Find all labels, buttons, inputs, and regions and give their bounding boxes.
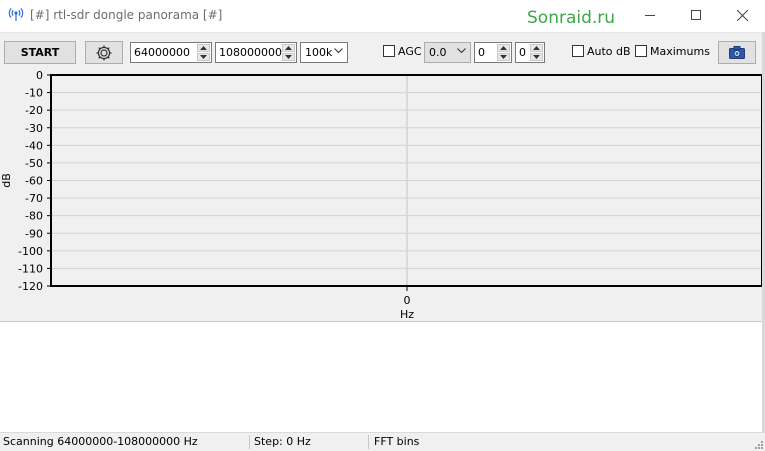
- y-tick-label: -110: [18, 262, 43, 275]
- spin-down-arrow-icon[interactable]: [497, 53, 510, 61]
- spectrum-chart-panel[interactable]: 0 -10 -20 -30 -40 -50 -60 -70 -80 -90 -100 -110 -120…: [0, 69, 765, 322]
- spin-down-arrow-icon[interactable]: [197, 53, 210, 61]
- freq-start-value: 64000000: [134, 46, 190, 59]
- spin-input-1-value: 0: [478, 46, 485, 59]
- close-icon: [736, 9, 748, 21]
- spin-down-arrow-icon[interactable]: [282, 53, 295, 61]
- y-tick-label: -80: [25, 210, 43, 223]
- y-tick-label: -30: [25, 122, 43, 135]
- y-axis-label: dB: [0, 173, 13, 188]
- spin-up-arrow-icon[interactable]: [530, 44, 543, 52]
- settings-button[interactable]: [85, 41, 123, 64]
- freq-end-input[interactable]: 108000000: [215, 42, 297, 63]
- spectrum-chart[interactable]: 0 -10 -20 -30 -40 -50 -60 -70 -80 -90 -100 -110 -120…: [0, 69, 765, 322]
- y-tick-label: -70: [25, 192, 43, 205]
- status-separator: [368, 435, 369, 449]
- gain-value: 0.0: [429, 46, 447, 59]
- agc-label[interactable]: AGC: [398, 45, 422, 58]
- y-tick-label: 0: [36, 71, 43, 82]
- minimize-icon: [645, 15, 655, 16]
- spin-input-2-spinner[interactable]: [530, 44, 543, 61]
- step-value: 100k: [305, 46, 333, 59]
- x-tick-label: 0: [404, 294, 411, 307]
- spin-input-1-spinner[interactable]: [497, 44, 510, 61]
- resize-grip-icon[interactable]: [753, 439, 763, 449]
- y-tick-label: -90: [25, 227, 43, 240]
- camera-icon: [729, 46, 745, 59]
- status-scanning: Scanning 64000000-108000000 Hz: [3, 435, 198, 448]
- spin-up-arrow-icon[interactable]: [197, 44, 210, 52]
- watermark-text: Sonraid.ru: [527, 8, 616, 28]
- y-tick-label: -40: [25, 139, 43, 152]
- radio-antenna-icon: [8, 6, 24, 22]
- spin-input-2[interactable]: 0: [515, 42, 545, 63]
- title-bar[interactable]: [#] rtl-sdr dongle panorama [#] Sonraid.…: [0, 0, 765, 32]
- spin-up-arrow-icon[interactable]: [282, 44, 295, 52]
- freq-start-spinner[interactable]: [197, 44, 210, 61]
- maximums-checkbox[interactable]: [635, 45, 647, 57]
- start-button[interactable]: START: [4, 41, 76, 64]
- screenshot-button[interactable]: [718, 41, 756, 64]
- agc-checkbox[interactable]: [383, 45, 395, 57]
- status-separator: [249, 435, 250, 449]
- waterfall-area[interactable]: [0, 322, 765, 432]
- toolbar: START 64000000 108000000 100k AGC 0.0 0 …: [0, 32, 765, 71]
- auto-db-label[interactable]: Auto dB: [587, 45, 631, 58]
- y-tick-label: -100: [18, 245, 43, 258]
- spin-down-arrow-icon[interactable]: [530, 53, 543, 61]
- freq-start-input[interactable]: 64000000: [130, 42, 212, 63]
- maximize-icon: [691, 10, 701, 20]
- status-fft: FFT bins: [374, 435, 420, 448]
- y-tick-label: -10: [25, 87, 43, 100]
- status-bar: Scanning 64000000-108000000 Hz Step: 0 H…: [0, 432, 765, 451]
- step-select[interactable]: 100k: [300, 42, 348, 63]
- freq-end-spinner[interactable]: [282, 44, 295, 61]
- x-axis-label: Hz: [400, 308, 414, 321]
- y-tick-label: -20: [25, 104, 43, 117]
- maximums-label[interactable]: Maximums: [650, 45, 710, 58]
- close-button[interactable]: [719, 0, 765, 30]
- auto-db-checkbox[interactable]: [572, 45, 584, 57]
- gain-select[interactable]: 0.0: [424, 42, 471, 63]
- freq-end-value: 108000000: [219, 46, 282, 59]
- chevron-down-icon: [457, 48, 466, 54]
- spin-input-2-value: 0: [519, 46, 526, 59]
- chevron-down-icon: [334, 48, 343, 54]
- gear-icon: [96, 45, 112, 60]
- minimize-button[interactable]: [627, 0, 673, 30]
- spin-up-arrow-icon[interactable]: [497, 44, 510, 52]
- status-step: Step: 0 Hz: [254, 435, 311, 448]
- y-tick-label: -120: [18, 280, 43, 293]
- y-tick-label: -50: [25, 157, 43, 170]
- spin-input-1[interactable]: 0: [474, 42, 512, 63]
- y-tick-label: -60: [25, 175, 43, 188]
- maximize-button[interactable]: [673, 0, 719, 30]
- window-title: [#] rtl-sdr dongle panorama [#]: [30, 8, 223, 22]
